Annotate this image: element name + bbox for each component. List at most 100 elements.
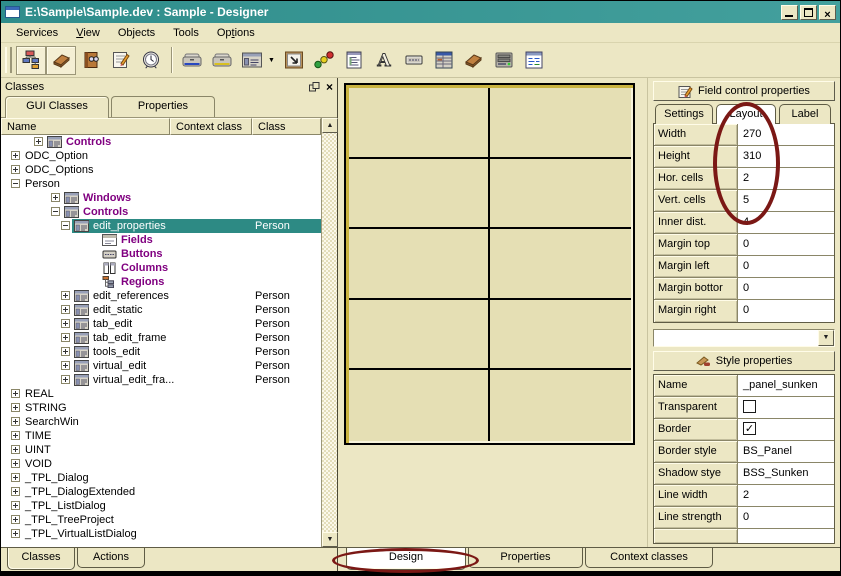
expand-plus-icon[interactable] [11,403,20,412]
tab-layout[interactable]: Layout [716,104,776,124]
style-value-border[interactable]: ✓ [738,419,834,440]
collapse-minus-icon[interactable] [51,207,60,216]
minimize-button[interactable] [781,5,798,20]
menu-services[interactable]: Services [7,25,67,41]
font-button[interactable]: A [369,46,399,75]
tree-row-tools-edit[interactable]: tools_editPerson [1,345,321,359]
tree-row-edit-static[interactable]: edit_staticPerson [1,303,321,317]
layout-value-vert-cells[interactable]: 5 [738,190,834,211]
grid-form-button[interactable] [429,46,459,75]
menu-view[interactable]: View [67,25,109,41]
column-header-context-class[interactable]: Context class [170,118,252,135]
tab-properties[interactable]: Properties [111,96,215,117]
tree-row-tab-edit[interactable]: tab_editPerson [1,317,321,331]
grid-cell[interactable] [490,300,631,371]
tree-row-controls[interactable]: Controls [1,205,321,219]
style-combo[interactable]: ▼ [653,329,835,347]
tree-row-tpl-dialog[interactable]: _TPL_Dialog [1,471,321,485]
layout-value-hor-cells[interactable]: 2 [738,168,834,189]
grid-cell[interactable] [490,229,631,300]
expand-plus-icon[interactable] [51,193,60,202]
style-value-name[interactable]: _panel_sunken [738,375,834,396]
tab-gui-classes[interactable]: GUI Classes [5,96,109,118]
grid-cell[interactable] [349,300,490,371]
tree-row-real[interactable]: REAL [1,387,321,401]
tree-row-void[interactable]: VOID [1,457,321,471]
eraser-2-button[interactable] [459,46,489,75]
expand-plus-icon[interactable] [11,487,20,496]
history-clock-button[interactable] [136,46,166,75]
scroll-up-button[interactable]: ▲ [322,118,338,133]
button-control-button[interactable] [399,46,429,75]
expand-plus-icon[interactable] [11,389,20,398]
expand-plus-icon[interactable] [34,137,43,146]
tab-label[interactable]: Label [779,104,831,124]
collapse-minus-icon[interactable] [61,221,70,230]
grid-cell[interactable] [490,370,631,441]
style-value-border-style[interactable]: BS_Panel [738,441,834,462]
checkbox-unchecked-icon[interactable] [743,400,756,413]
collapse-minus-icon[interactable] [11,179,20,188]
tab-design[interactable]: Design [346,548,466,570]
layout-value-margin-left[interactable]: 0 [738,256,834,277]
traffic-light-button[interactable] [309,46,339,75]
expand-plus-icon[interactable] [11,165,20,174]
drawer-blue-button[interactable] [177,46,207,75]
tab-settings[interactable]: Settings [655,104,713,124]
maximize-button[interactable] [800,5,817,20]
tree-row-virtual-edit-fra[interactable]: virtual_edit_fra...Person [1,373,321,387]
tree-row-edit-properties[interactable]: edit_propertiesPerson [1,219,321,233]
eraser-button[interactable] [46,46,76,75]
server-list-button[interactable] [489,46,519,75]
tree-row-tpl-treeproject[interactable]: _TPL_TreeProject [1,513,321,527]
tree-row-tpl-dialogextended[interactable]: _TPL_DialogExtended [1,485,321,499]
title-bar[interactable]: E:\Sample\Sample.dev : Sample - Designer… [1,1,840,23]
tab-context-classes[interactable]: Context classes [585,548,713,568]
tree-row-buttons[interactable]: Buttons [1,247,321,261]
float-panel-icon[interactable] [309,82,320,92]
expand-plus-icon[interactable] [61,305,70,314]
combo-dropdown-icon[interactable]: ▼ [818,330,834,346]
grid-cell[interactable] [349,229,490,300]
grid-cell[interactable] [349,370,490,441]
tree-row-virtual-edit[interactable]: virtual_editPerson [1,359,321,373]
tree-row-regions[interactable]: Regions [1,275,321,289]
tab-classes[interactable]: Classes [7,548,75,570]
expand-plus-icon[interactable] [11,445,20,454]
close-button[interactable]: × [819,5,836,20]
layout-value-margin-top[interactable]: 0 [738,234,834,255]
grid-cell[interactable] [349,159,490,230]
menu-tools[interactable]: Tools [164,25,208,41]
script-window-button[interactable] [519,46,549,75]
column-header-name[interactable]: Name [1,118,170,135]
tree-row-edit-references[interactable]: edit_referencesPerson [1,289,321,303]
tree-row-controls[interactable]: Controls [1,135,321,149]
form-list-button[interactable] [237,46,267,75]
tree-row-string[interactable]: STRING [1,401,321,415]
style-value-transparent[interactable] [738,397,834,418]
tab-actions[interactable]: Actions [77,548,145,568]
tree-row-tpl-listdialog[interactable]: _TPL_ListDialog [1,499,321,513]
scroll-down-button[interactable]: ▼ [322,532,338,547]
checkbox-checked-icon[interactable]: ✓ [743,422,756,435]
dropdown-arrow-icon[interactable]: ▼ [267,57,279,64]
tree-row-fields[interactable]: Fields [1,233,321,247]
style-value-line-strength[interactable]: 0 [738,507,834,528]
expand-plus-icon[interactable] [11,431,20,440]
expand-plus-icon[interactable] [11,151,20,160]
close-panel-icon[interactable]: × [326,82,333,92]
grid-cell[interactable] [490,159,631,230]
tree-row-odc-option[interactable]: ODC_Option [1,149,321,163]
expand-plus-icon[interactable] [61,291,70,300]
style-properties-button[interactable]: Style properties [653,351,835,371]
class-tree-button[interactable] [16,46,46,75]
expand-plus-icon[interactable] [11,529,20,538]
expand-plus-icon[interactable] [61,375,70,384]
tree-scrollbar[interactable]: ▲ ▼ [321,118,337,547]
style-value-shadow-stye[interactable]: BSS_Sunken [738,463,834,484]
tree-row-uint[interactable]: UINT [1,443,321,457]
expand-plus-icon[interactable] [11,417,20,426]
tree-row-columns[interactable]: Columns [1,261,321,275]
tree-row-tpl-virtuallistdialog[interactable]: _TPL_VirtualListDialog [1,527,321,541]
expand-plus-icon[interactable] [61,347,70,356]
